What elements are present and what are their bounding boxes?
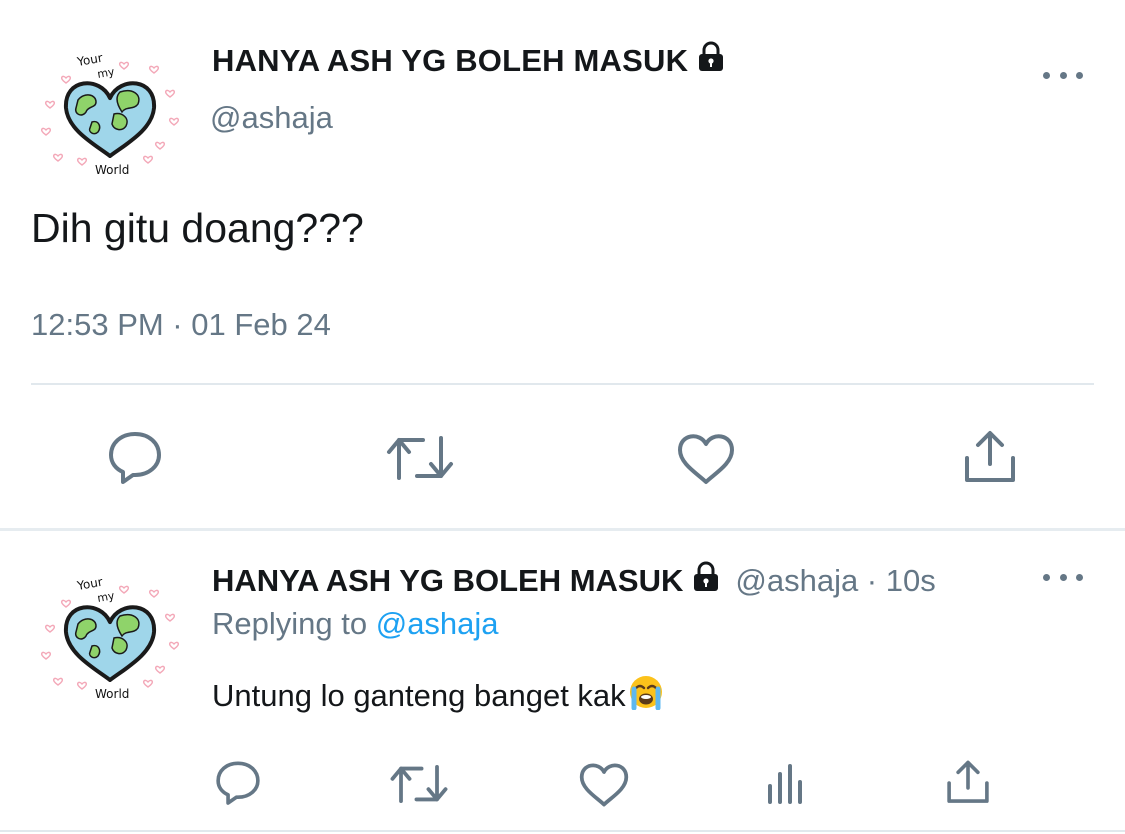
avatar-text-world: World (95, 687, 129, 701)
reply-header[interactable]: HANYA ASH YG BOLEH MASUK @ashaja · 10s (212, 560, 936, 602)
divider-thick (0, 528, 1125, 531)
reply-display-name: HANYA ASH YG BOLEH MASUK (212, 563, 684, 598)
main-display-name-text: HANYA ASH YG BOLEH MASUK (212, 43, 689, 78)
main-display-name[interactable]: HANYA ASH YG BOLEH MASUK (212, 40, 728, 82)
divider-top (31, 383, 1094, 385)
reply-avatar[interactable]: Your my World (38, 572, 183, 707)
share-icon[interactable] (961, 430, 1019, 486)
replying-to-handle[interactable]: @ashaja (376, 606, 499, 641)
replying-to-label: Replying to (212, 606, 368, 641)
tweet-detail-screen: Your my World HANYA ASH YG BOLEH MASUK @… (0, 0, 1125, 834)
main-avatar[interactable]: Your my World (38, 48, 183, 183)
share-icon[interactable] (944, 760, 992, 806)
avatar-text-your: Your (75, 575, 104, 593)
main-timestamp[interactable]: 12:53 PM · 01 Feb 24 (31, 307, 331, 343)
like-icon[interactable] (676, 430, 736, 486)
lock-icon (689, 560, 723, 602)
more-options-icon[interactable] (1043, 65, 1083, 85)
divider-bottom (0, 830, 1125, 832)
analytics-icon[interactable] (764, 762, 808, 806)
reply-text-content: Untung lo ganteng banget kak (212, 678, 626, 713)
lock-icon (694, 40, 728, 82)
avatar-text-your: Your (75, 51, 104, 69)
avatar-text-my: my (96, 589, 116, 605)
avatar-text-my: my (96, 65, 116, 81)
main-handle[interactable]: @ashaja (210, 100, 333, 136)
reply-tweet-text: Untung lo ganteng banget kak (212, 674, 664, 718)
reply-icon[interactable] (214, 760, 262, 808)
loudly-crying-face-icon (628, 674, 664, 718)
main-tweet-text: Dih gitu doang??? (31, 205, 364, 251)
reply-handle-time: @ashaja · 10s (735, 563, 936, 598)
retweet-icon[interactable] (389, 760, 449, 808)
avatar-text-world: World (95, 163, 129, 177)
replying-to: Replying to @ashaja (212, 606, 499, 642)
reply-icon[interactable] (106, 430, 164, 488)
retweet-icon[interactable] (385, 430, 455, 486)
more-options-icon[interactable] (1043, 567, 1083, 587)
like-icon[interactable] (578, 760, 630, 808)
